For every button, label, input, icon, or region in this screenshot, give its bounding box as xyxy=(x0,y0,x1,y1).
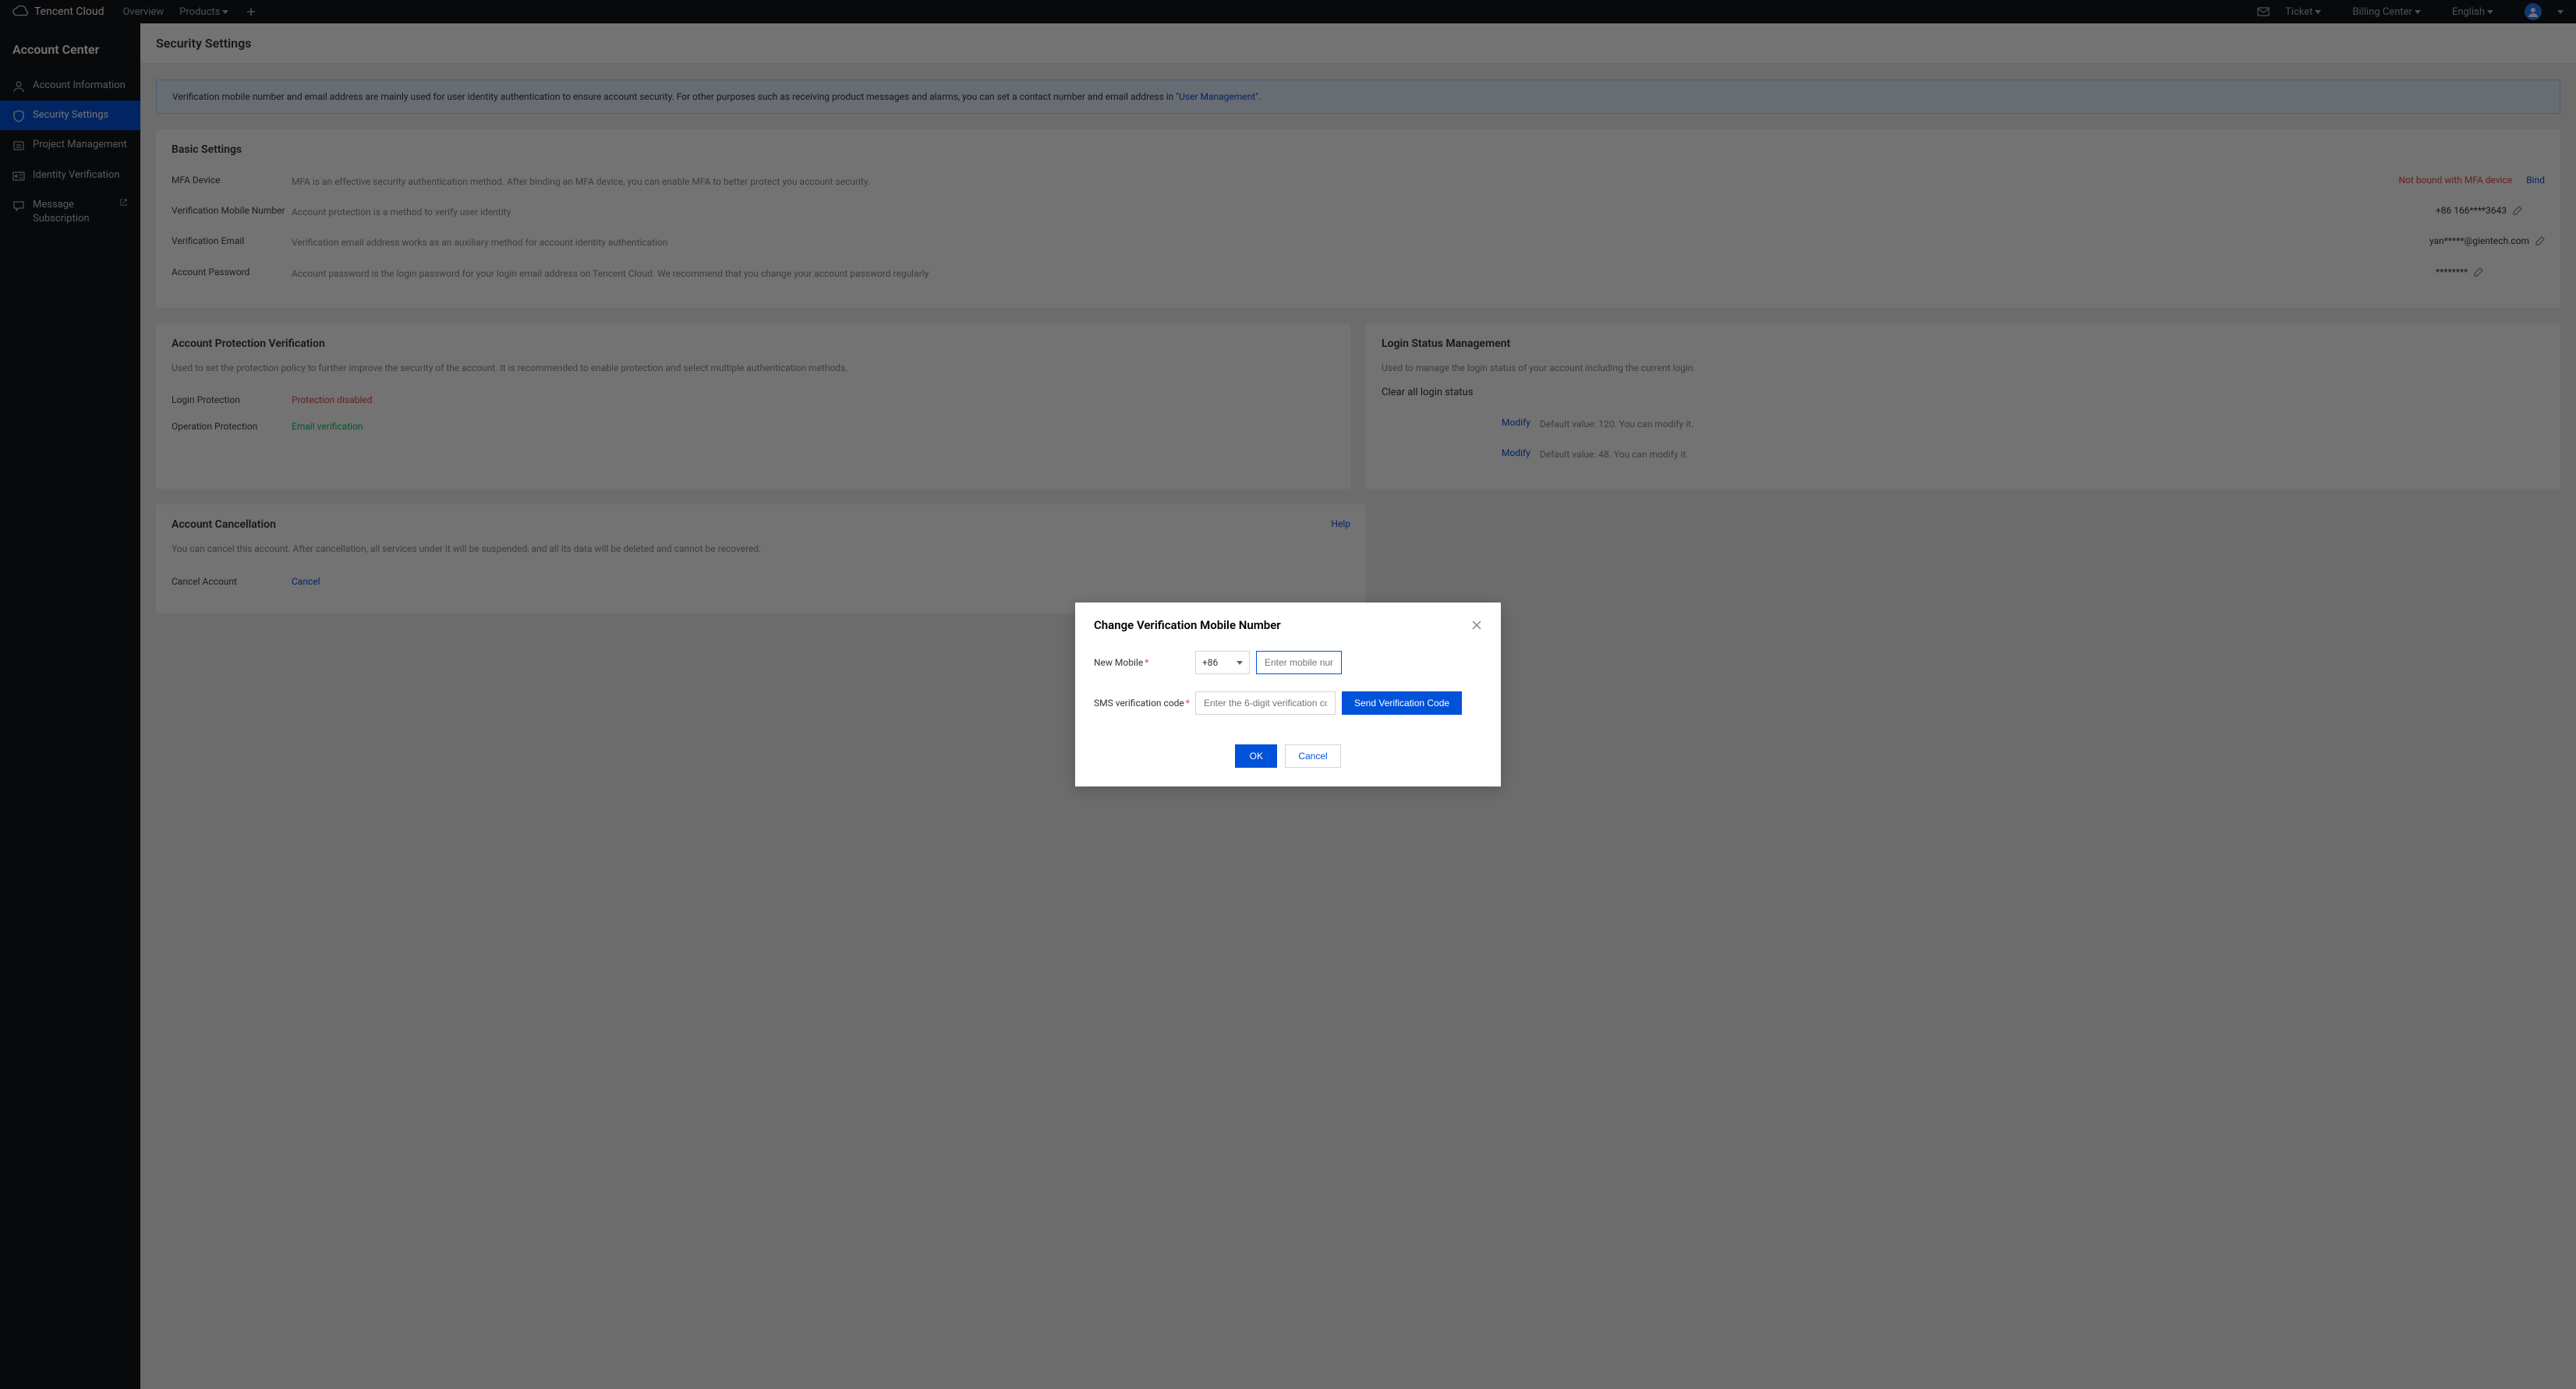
form-row-new-mobile: New Mobile* +86 xyxy=(1094,651,1482,674)
form-label: New Mobile* xyxy=(1094,657,1195,668)
sms-code-input[interactable] xyxy=(1195,691,1336,715)
mobile-input[interactable] xyxy=(1256,651,1342,674)
form-row-sms-code: SMS verification code* Send Verification… xyxy=(1094,691,1482,715)
country-code-select[interactable]: +86 xyxy=(1195,651,1250,674)
modal-title: Change Verification Mobile Number xyxy=(1094,618,1281,632)
ok-button[interactable]: OK xyxy=(1235,744,1277,768)
chevron-down-icon xyxy=(1237,661,1243,665)
cancel-button[interactable]: Cancel xyxy=(1285,744,1340,768)
form-label: SMS verification code* xyxy=(1094,698,1195,709)
send-code-button[interactable]: Send Verification Code xyxy=(1342,691,1462,715)
modal-change-mobile: Change Verification Mobile Number New Mo… xyxy=(1075,603,1501,786)
country-code-value: +86 xyxy=(1202,657,1218,668)
close-icon[interactable] xyxy=(1471,620,1482,631)
